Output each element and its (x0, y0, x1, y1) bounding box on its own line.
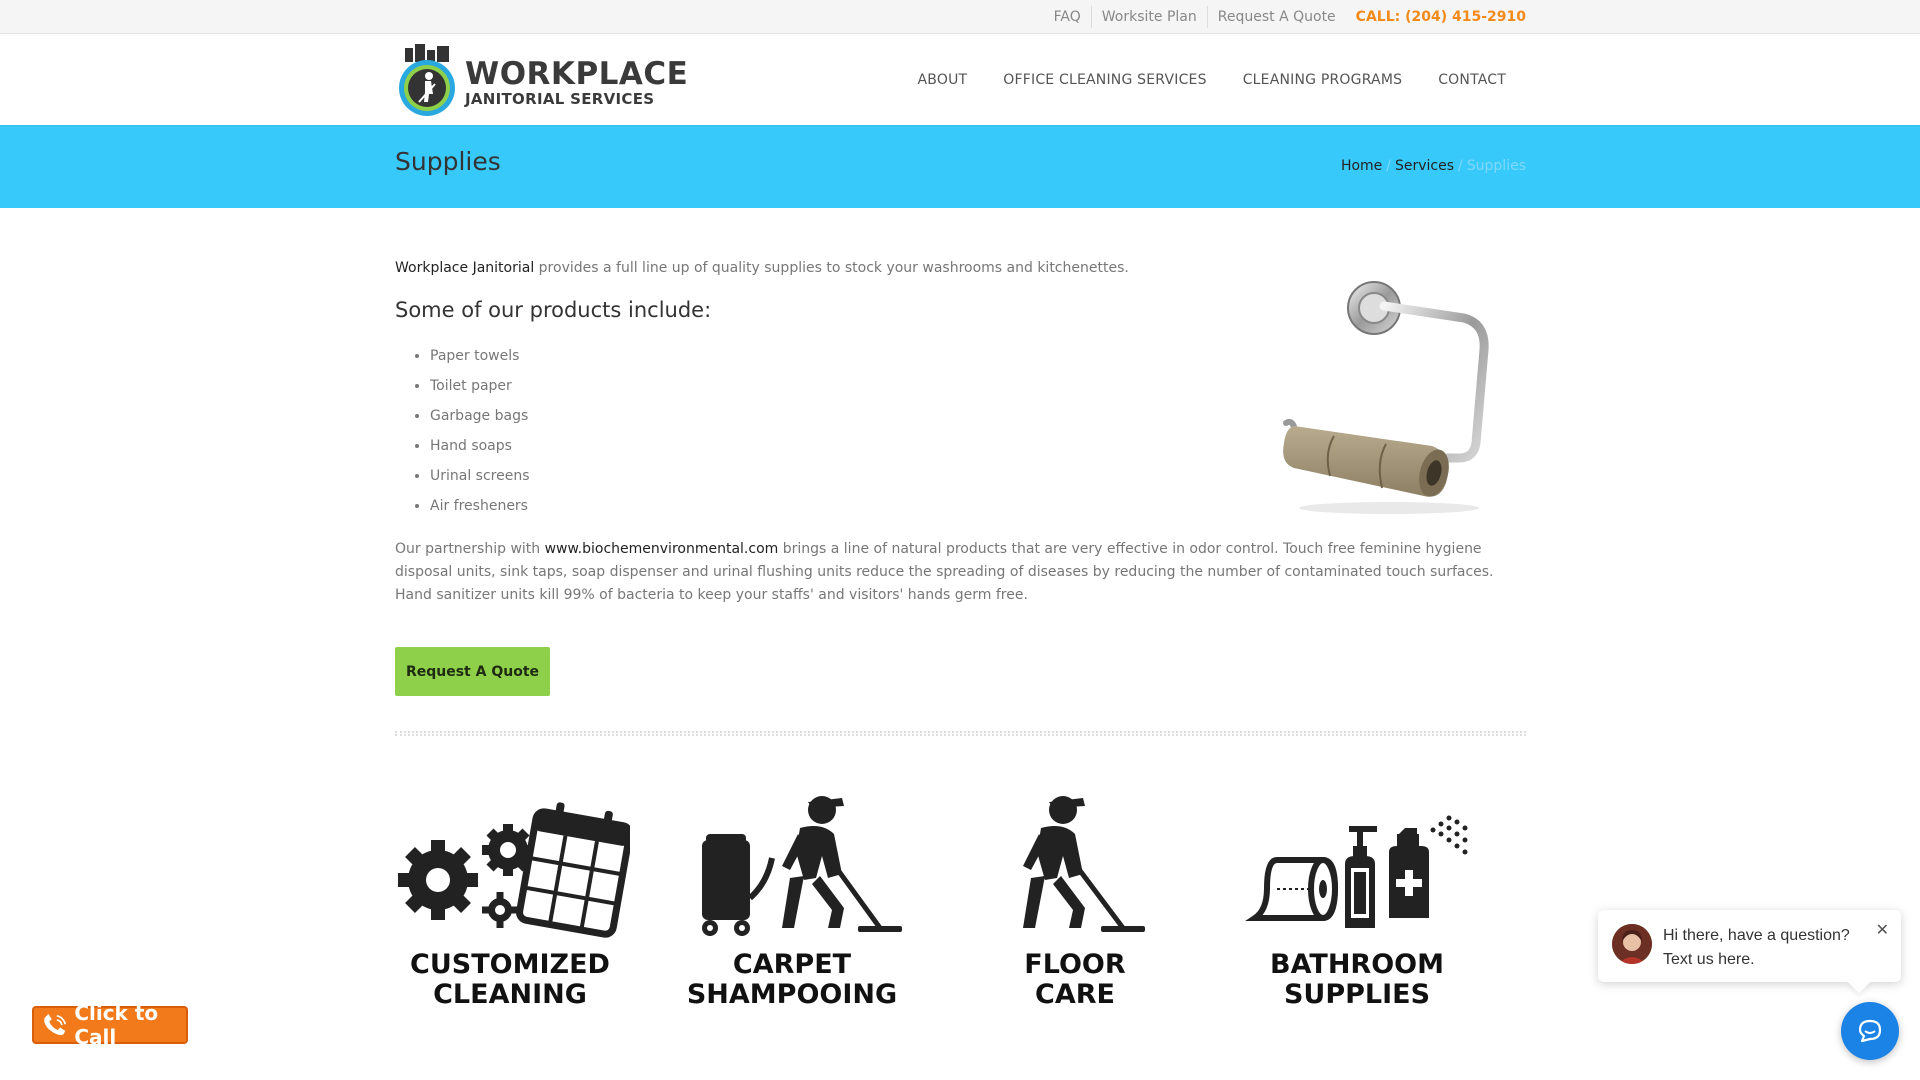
gears-calendar-icon (398, 802, 630, 938)
service-title: CARPET SHAMPOOING (686, 949, 898, 1010)
breadcrumb-separator: / (1458, 158, 1463, 174)
toilet-paper-holder-image (1264, 268, 1514, 518)
chat-popup[interactable]: Hi there, have a question? Text us here.… (1598, 910, 1901, 994)
faq-link[interactable]: FAQ (1044, 6, 1092, 28)
worksite-plan-link[interactable]: Worksite Plan (1092, 6, 1208, 28)
nav-office-cleaning-services[interactable]: OFFICE CLEANING SERVICES (1003, 72, 1206, 88)
list-item: Hand soaps (430, 436, 530, 466)
call-phone-link[interactable]: CALL: (204) 415-2910 (1346, 9, 1526, 25)
main-nav: ABOUT OFFICE CLEANING SERVICES CLEANING … (882, 34, 1506, 125)
chat-bubble-icon (1858, 1019, 1882, 1043)
carpet-cleaner-icon (702, 796, 902, 936)
products-heading: Some of our products include: (395, 298, 712, 322)
bathroom-supplies-icon (1245, 815, 1468, 928)
service-title: CUSTOMIZED CLEANING (410, 949, 610, 1010)
nav-about[interactable]: ABOUT (918, 72, 968, 88)
list-item: Urinal screens (430, 466, 530, 496)
click-to-call-button[interactable]: Click to Call (32, 1001, 188, 1049)
breadcrumb-current: Supplies (1466, 158, 1526, 174)
breadcrumb-home[interactable]: Home (1341, 158, 1382, 174)
products-list: Paper towels Toilet paper Garbage bags H… (430, 346, 530, 526)
avatar (1612, 924, 1652, 964)
biochem-link[interactable]: www.biochemenvironmental.com (545, 541, 779, 557)
intro-text: provides a full line up of quality suppl… (534, 260, 1129, 276)
list-item: Toilet paper (430, 376, 530, 406)
section-divider (395, 731, 1526, 736)
nav-cleaning-programs[interactable]: CLEANING PROGRAMS (1243, 72, 1403, 88)
service-title: BATHROOM SUPPLIES (1270, 949, 1444, 1010)
chat-message: Hi there, have a question? Text us here. (1663, 927, 1850, 968)
click-to-call-label: Click to Call (74, 1001, 159, 1049)
page-title-bar: Supplies Home / Services / Supplies (0, 125, 1920, 208)
request-quote-button[interactable]: Request A Quote (395, 647, 550, 696)
site-logo[interactable]: WORKPLACE JANITORIAL SERVICES (395, 44, 688, 122)
logo-mark-icon (395, 44, 461, 122)
partnership-paragraph: Our partnership with www.biochemenvironm… (395, 538, 1526, 607)
site-header: WORKPLACE JANITORIAL SERVICES ABOUT OFFI… (0, 34, 1920, 125)
nav-contact[interactable]: CONTACT (1438, 72, 1506, 88)
services-row: CUSTOMIZED CLEANING CARPET SHAMPOOING FL… (395, 788, 1526, 1038)
floor-mop-icon (1023, 796, 1145, 932)
intro-company-link[interactable]: Workplace Janitorial (395, 260, 534, 276)
intro-paragraph: Workplace Janitorial provides a full lin… (395, 260, 1129, 276)
logo-subtitle: JANITORIAL SERVICES (465, 90, 655, 108)
main-content: Workplace Janitorial provides a full lin… (395, 208, 1526, 1080)
logo-title: WORKPLACE (465, 56, 689, 92)
partner-text-before: Our partnership with (395, 541, 545, 557)
page-title: Supplies (395, 147, 501, 176)
service-floor-care[interactable]: FLOOR CARE (945, 788, 1205, 1038)
request-quote-top-link[interactable]: Request A Quote (1208, 6, 1346, 28)
list-item: Garbage bags (430, 406, 530, 436)
list-item: Air fresheners (430, 496, 530, 526)
service-title: FLOOR CARE (1024, 949, 1126, 1010)
chat-launcher-button[interactable] (1841, 1002, 1899, 1060)
service-customized-cleaning[interactable]: CUSTOMIZED CLEANING (380, 788, 640, 1038)
list-item: Paper towels (430, 346, 530, 376)
top-links: FAQ Worksite Plan Request A Quote CALL: … (1044, 0, 1526, 34)
breadcrumb-separator: / (1386, 158, 1391, 174)
close-icon[interactable]: ✕ (1876, 920, 1889, 939)
service-bathroom-supplies[interactable]: BATHROOM SUPPLIES (1227, 788, 1487, 1038)
top-bar: FAQ Worksite Plan Request A Quote CALL: … (0, 0, 1920, 34)
service-carpet-shampooing[interactable]: CARPET SHAMPOOING (662, 788, 922, 1038)
breadcrumb-services[interactable]: Services (1395, 158, 1454, 174)
breadcrumb: Home / Services / Supplies (1341, 158, 1526, 174)
chat-popup-tail (1847, 970, 1871, 994)
phone-icon (44, 1014, 67, 1036)
